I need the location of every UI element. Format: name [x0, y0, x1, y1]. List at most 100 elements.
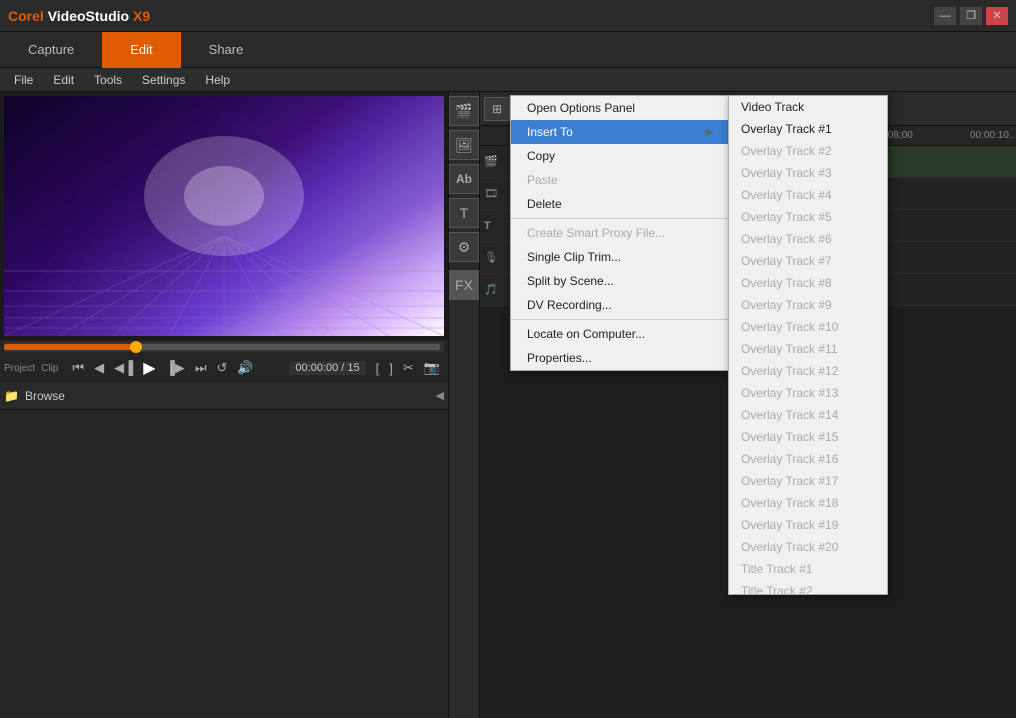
submenu-overlay-track-12: Overlay Track #12	[729, 360, 887, 382]
insert-to-submenu: Video Track Overlay Track #1 Overlay Tra…	[728, 95, 888, 595]
submenu-overlay-track-18: Overlay Track #18	[729, 492, 887, 514]
menubar: File Edit Tools Settings Help	[0, 68, 1016, 92]
submenu-title-track-2: Title Track #2	[729, 580, 887, 595]
browse-icon: 📁	[4, 389, 19, 403]
ctx-insert-to-label: Insert To	[527, 125, 573, 139]
submenu-overlay-track-16: Overlay Track #16	[729, 448, 887, 470]
cut-button[interactable]: ✂	[399, 358, 418, 378]
logo-version: X9	[133, 8, 150, 24]
library-browse-bar: 📁 Browse ◀	[0, 382, 448, 410]
submenu-overlay-track-10: Overlay Track #10	[729, 316, 887, 338]
submenu-overlay-track-2: Overlay Track #2	[729, 140, 887, 162]
ctx-separator-2	[511, 319, 729, 320]
snapshot-button[interactable]: 📷	[420, 358, 444, 378]
context-menu: Open Options Panel Insert To ▶ Copy Past…	[510, 95, 730, 371]
submenu-overlay-track-3: Overlay Track #3	[729, 162, 887, 184]
submenu-overlay-track-4: Overlay Track #4	[729, 184, 887, 206]
prev-play-button[interactable]: ▶	[139, 356, 159, 380]
prev-back-button[interactable]: ◀	[90, 358, 108, 378]
titlebar: Corel VideoStudio X9 — ❐ ✕	[0, 0, 1016, 32]
library-area	[0, 410, 448, 718]
ctx-separator-1	[511, 218, 729, 219]
browse-label: Browse	[25, 389, 65, 403]
track-music-icon[interactable]: 🎵	[484, 283, 498, 296]
submenu-overlay-track-19: Overlay Track #19	[729, 514, 887, 536]
prev-start-button[interactable]: ⏮	[68, 358, 88, 378]
prev-step-back-button[interactable]: ◀▐	[110, 358, 137, 378]
menu-tools[interactable]: Tools	[84, 71, 132, 89]
ctx-properties[interactable]: Properties...	[511, 346, 729, 370]
submenu-title-track-1: Title Track #1	[729, 558, 887, 580]
submenu-video-track[interactable]: Video Track	[729, 96, 887, 118]
ctx-locate-computer[interactable]: Locate on Computer...	[511, 322, 729, 346]
prev-step-forward-button[interactable]: ▐▶	[162, 358, 189, 378]
browse-collapse-icon[interactable]: ◀	[436, 389, 444, 402]
navbar: Capture Edit Share	[0, 32, 1016, 68]
submenu-overlay-track-15: Overlay Track #15	[729, 426, 887, 448]
clip-label: Clip	[41, 363, 58, 374]
window-controls: — ❐ ✕	[934, 7, 1008, 25]
submenu-overlay-track-1[interactable]: Overlay Track #1	[729, 118, 887, 140]
track-overlay-icon[interactable]: 🎞	[484, 187, 498, 200]
ctx-paste: Paste	[511, 168, 729, 192]
time-display: 00:00:00 / 15	[289, 361, 365, 375]
timeline-btn-1[interactable]: ⊞	[484, 97, 510, 121]
win-minimize-button[interactable]: —	[934, 7, 956, 25]
tool-film-button[interactable]: 🎬	[449, 96, 479, 126]
ctx-insert-to[interactable]: Insert To ▶	[511, 120, 729, 144]
mark-out-button[interactable]: ]	[385, 358, 397, 378]
playhead-bar	[4, 344, 440, 350]
submenu-overlay-track-7: Overlay Track #7	[729, 250, 887, 272]
nav-edit-button[interactable]: Edit	[102, 32, 180, 68]
submenu-overlay-track-17: Overlay Track #17	[729, 470, 887, 492]
submenu-overlay-track-11: Overlay Track #11	[729, 338, 887, 360]
submenu-overlay-track-9: Overlay Track #9	[729, 294, 887, 316]
track-voice-icon[interactable]: 🎙	[484, 251, 498, 264]
win-restore-button[interactable]: ❐	[960, 7, 982, 25]
preview-svg	[4, 96, 444, 336]
nav-capture-button[interactable]: Capture	[0, 32, 102, 68]
ctx-open-options[interactable]: Open Options Panel	[511, 96, 729, 120]
submenu-overlay-track-13: Overlay Track #13	[729, 382, 887, 404]
track-video-icon[interactable]: 🎬	[484, 155, 498, 168]
tool-media-button[interactable]: 🖼	[449, 130, 479, 160]
submenu-overlay-track-8: Overlay Track #8	[729, 272, 887, 294]
side-toolbar: 🎬 🖼 Ab T ⚙ FX	[449, 92, 480, 718]
prev-volume-button[interactable]: 🔊	[233, 358, 257, 378]
ctx-insert-to-arrow: ▶	[705, 127, 713, 138]
prev-repeat-button[interactable]: ↺	[213, 358, 232, 378]
ctx-delete[interactable]: Delete	[511, 192, 729, 216]
menu-help[interactable]: Help	[195, 71, 240, 89]
menu-file[interactable]: File	[4, 71, 43, 89]
ctx-single-trim[interactable]: Single Clip Trim...	[511, 245, 729, 269]
submenu-overlay-track-14: Overlay Track #14	[729, 404, 887, 426]
project-label: Project	[4, 363, 35, 374]
submenu-overlay-track-5: Overlay Track #5	[729, 206, 887, 228]
track-title-icon[interactable]: T	[484, 220, 491, 232]
ctx-split-scene[interactable]: Split by Scene...	[511, 269, 729, 293]
submenu-overlay-track-6: Overlay Track #6	[729, 228, 887, 250]
ctx-dv-recording[interactable]: DV Recording...	[511, 293, 729, 317]
prev-end-button[interactable]: ⏭	[191, 358, 211, 378]
ctx-smart-proxy: Create Smart Proxy File...	[511, 221, 729, 245]
menu-settings[interactable]: Settings	[132, 71, 195, 89]
logo-brand: VideoStudio	[48, 8, 129, 24]
submenu-overlay-track-20: Overlay Track #20	[729, 536, 887, 558]
preview-slider	[0, 340, 448, 354]
tool-title-button[interactable]: T	[449, 198, 479, 228]
win-close-button[interactable]: ✕	[986, 7, 1008, 25]
tool-fx-button[interactable]: ⚙	[449, 232, 479, 262]
app-logo: Corel VideoStudio X9	[8, 8, 934, 24]
nav-share-button[interactable]: Share	[181, 32, 272, 68]
video-preview	[4, 96, 444, 336]
left-panel: Project Clip ⏮ ◀ ◀▐ ▶ ▐▶ ⏭ ↺ 🔊 00:00:00 …	[0, 92, 449, 718]
tool-fx2-button[interactable]: FX	[449, 270, 479, 300]
playhead-handle[interactable]	[130, 341, 142, 353]
mark-in-button[interactable]: [	[372, 358, 384, 378]
tool-text-button[interactable]: Ab	[449, 164, 479, 194]
logo-corel: Corel	[8, 8, 44, 24]
menu-edit[interactable]: Edit	[43, 71, 84, 89]
ruler-mark-3: 00:00:10..	[970, 130, 1016, 141]
preview-controls: Project Clip ⏮ ◀ ◀▐ ▶ ▐▶ ⏭ ↺ 🔊 00:00:00 …	[0, 354, 448, 382]
ctx-copy[interactable]: Copy	[511, 144, 729, 168]
